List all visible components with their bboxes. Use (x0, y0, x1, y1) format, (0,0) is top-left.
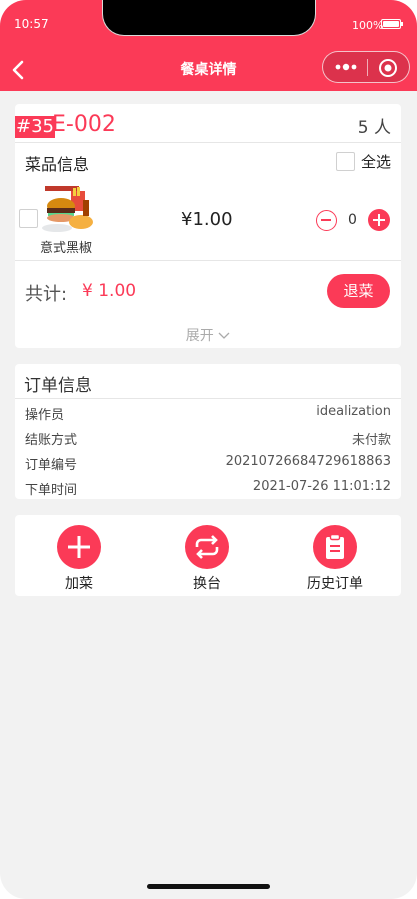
select-all-label: 全选 (360, 153, 391, 171)
dish-quantity: 0 (348, 212, 357, 228)
mini-program-capsule (322, 51, 410, 83)
dish-name: 意式黑椒 (40, 241, 93, 256)
divider (15, 260, 401, 261)
order-row-value: 20210726684729618863 (225, 454, 391, 469)
dish-price: ¥1.00 (181, 209, 233, 230)
table-number-badge: #35 (15, 116, 55, 138)
order-row-key: 订单编号 (25, 458, 78, 473)
order-row-key: 下单时间 (25, 483, 78, 498)
table-code: E-002 (52, 112, 116, 137)
decrease-quantity-icon[interactable] (316, 209, 337, 231)
actions-card: 加菜 换台 历史订单 (15, 515, 401, 596)
order-row-value: 未付款 (351, 433, 391, 448)
select-all-checkbox[interactable] (335, 152, 355, 171)
status-time: 10:57 (14, 17, 49, 31)
battery-percent: 100% (352, 19, 384, 32)
divider (15, 398, 401, 399)
select-all-toggle[interactable]: 全选 (335, 151, 391, 172)
clipboard-icon (326, 533, 344, 559)
table-detail-card: #35 E-002 5 人 菜品信息 全选 意式黑椒 ¥1.00 0 共计: ¥… (15, 104, 401, 348)
total-amount: ¥ 1.00 (82, 281, 137, 301)
quantity-stepper: 0 (316, 209, 390, 231)
swap-icon (195, 535, 219, 559)
home-indicator[interactable] (147, 884, 270, 889)
header-bar: 10:57 100% 餐桌详情 (0, 0, 417, 91)
order-row-key: 结账方式 (25, 433, 78, 448)
dish-checkbox[interactable] (19, 209, 38, 228)
action-icon-circle (185, 525, 229, 569)
capsule-divider (367, 59, 368, 76)
battery-icon (381, 19, 403, 29)
order-info-card: 订单信息 操作员 idealization 结账方式 未付款 订单编号 2021… (15, 364, 401, 499)
action-icon-circle (57, 525, 101, 569)
more-dots-icon[interactable] (334, 60, 358, 74)
guest-count: 5 人 (357, 118, 391, 138)
divider (15, 142, 401, 143)
device-notch (102, 0, 316, 36)
total-label: 共计: (25, 284, 68, 305)
return-dish-button[interactable]: 退菜 (327, 274, 390, 308)
action-label: 加菜 (65, 576, 93, 592)
action-icon-circle (313, 525, 357, 569)
action-label: 历史订单 (307, 576, 363, 592)
expand-toggle[interactable]: 展开 (15, 325, 401, 345)
chevron-down-icon (218, 332, 230, 339)
plus-icon (68, 536, 90, 558)
dish-section-title: 菜品信息 (25, 155, 90, 174)
increase-quantity-icon[interactable] (368, 209, 390, 231)
order-info-title: 订单信息 (24, 376, 92, 396)
phone-screen: 10:57 100% 餐桌详情 #35 E-002 5 人 菜品信息 全选 意式… (0, 0, 417, 899)
action-label: 换台 (193, 576, 221, 592)
order-row-key: 操作员 (25, 408, 65, 423)
order-row-value: 2021-07-26 11:01:12 (252, 479, 391, 494)
add-dish-button[interactable]: 加菜 (34, 525, 124, 593)
close-target-icon[interactable] (378, 58, 398, 78)
dish-image (39, 184, 97, 236)
expand-label: 展开 (185, 328, 214, 344)
order-history-button[interactable]: 历史订单 (290, 525, 380, 593)
change-table-button[interactable]: 换台 (162, 525, 252, 593)
order-row-value: idealization (316, 404, 391, 419)
